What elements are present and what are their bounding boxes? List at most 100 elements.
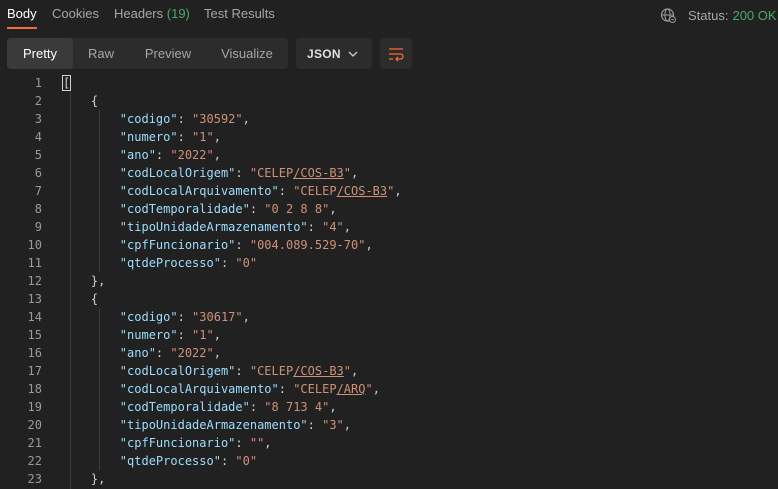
code-line: 1[ bbox=[0, 74, 778, 92]
json-punct bbox=[62, 310, 120, 324]
json-string: "1" bbox=[192, 328, 214, 342]
json-key: "codLocalArquivamento" bbox=[119, 184, 279, 198]
code-line: 13 { bbox=[0, 290, 778, 308]
json-string: /COS-B3 bbox=[336, 184, 388, 198]
json-string: "2022" bbox=[170, 148, 214, 162]
line-number: 14 bbox=[27, 310, 42, 324]
code-line: 23 }, bbox=[0, 470, 778, 488]
json-key: "tipoUnidadeArmazenamento" bbox=[119, 418, 308, 432]
line-number: 8 bbox=[34, 202, 42, 216]
code-line: 16 "ano": "2022", bbox=[0, 344, 778, 362]
code-text: "qtdeProcesso": "0" bbox=[62, 452, 257, 470]
line-number: 20 bbox=[27, 418, 42, 432]
json-string: "0" bbox=[235, 454, 258, 468]
code-line: 6 "codLocalOrigem": "CELEP/COS-B3", bbox=[0, 164, 778, 182]
line-number: 1 bbox=[34, 76, 42, 90]
json-punct: , bbox=[242, 310, 250, 324]
code-text: "tipoUnidadeArmazenamento": "3", bbox=[62, 416, 351, 434]
json-punct bbox=[62, 454, 120, 468]
code-text: "ano": "2022", bbox=[62, 146, 221, 164]
code-text: "codigo": "30617", bbox=[62, 308, 250, 326]
code-line: 19 "codTemporalidade": "8 713 4", bbox=[0, 398, 778, 416]
view-mode-preview[interactable]: Preview bbox=[135, 38, 201, 69]
json-punct: [ bbox=[62, 75, 72, 91]
json-string: "CELEP bbox=[249, 166, 294, 180]
format-select[interactable]: JSON bbox=[296, 38, 372, 69]
line-number: 4 bbox=[34, 130, 42, 144]
json-string: " bbox=[365, 382, 373, 396]
json-string: " bbox=[343, 166, 352, 180]
json-string: "CELEP bbox=[293, 184, 337, 198]
json-punct: : bbox=[307, 220, 323, 234]
code-text: "codLocalArquivamento": "CELEP/COS-B3", bbox=[62, 182, 402, 200]
json-key: "codigo" bbox=[119, 310, 178, 324]
json-key: "codTemporalidade" bbox=[119, 202, 250, 216]
line-number: 5 bbox=[34, 148, 42, 162]
code-line: 4 "numero": "1", bbox=[0, 128, 778, 146]
tab-test-results[interactable]: Test Results bbox=[204, 6, 275, 21]
view-mode-raw[interactable]: Raw bbox=[77, 38, 125, 69]
code-line: 20 "tipoUnidadeArmazenamento": "3", bbox=[0, 416, 778, 434]
code-line: 15 "numero": "1", bbox=[0, 326, 778, 344]
json-punct: , bbox=[242, 112, 250, 126]
response-tabs: Body Cookies Headers (19) Test Results S… bbox=[0, 0, 778, 30]
json-key: "numero" bbox=[119, 328, 178, 342]
code-text: "qtdeProcesso": "0" bbox=[62, 254, 257, 272]
wrap-lines-icon bbox=[389, 48, 404, 62]
code-text: "cpfFuncionario": "", bbox=[62, 434, 272, 452]
json-key: "cpfFuncionario" bbox=[119, 238, 236, 252]
tab-headers[interactable]: Headers (19) bbox=[114, 6, 190, 21]
json-punct: : bbox=[220, 256, 236, 270]
tab-body[interactable]: Body bbox=[7, 6, 37, 21]
json-punct: , bbox=[343, 220, 352, 234]
code-text: "codLocalOrigem": "CELEP/COS-B3", bbox=[62, 164, 358, 182]
line-number: 22 bbox=[27, 454, 42, 468]
json-punct bbox=[62, 130, 120, 144]
json-punct bbox=[62, 382, 120, 396]
tab-cookies[interactable]: Cookies bbox=[52, 6, 99, 21]
code-line: 14 "codigo": "30617", bbox=[0, 308, 778, 326]
json-string: "CELEP bbox=[249, 364, 294, 378]
json-punct bbox=[62, 436, 120, 450]
json-punct: : bbox=[278, 382, 294, 396]
code-line: 10 "cpfFuncionario": "004.089.529-70", bbox=[0, 236, 778, 254]
body-toolbar: Pretty Raw Preview Visualize JSON bbox=[0, 38, 778, 70]
line-number: 18 bbox=[27, 382, 42, 396]
line-number: 3 bbox=[34, 112, 42, 126]
json-punct: : bbox=[155, 148, 171, 162]
chevron-down-icon bbox=[348, 51, 358, 57]
view-mode-visualize[interactable]: Visualize bbox=[213, 38, 281, 69]
wrap-lines-button[interactable] bbox=[380, 38, 412, 69]
code-text: "codTemporalidade": "8 713 4", bbox=[62, 398, 337, 416]
json-string: /COS-B3 bbox=[293, 364, 344, 378]
json-punct bbox=[62, 418, 120, 432]
json-punct: : bbox=[307, 418, 323, 432]
json-punct: , bbox=[329, 400, 337, 414]
response-body-editor[interactable]: 1[2 {3 "codigo": "30592", 4 "numero": "1"… bbox=[0, 74, 778, 489]
globe-icon[interactable] bbox=[660, 7, 676, 23]
line-number: 12 bbox=[27, 274, 42, 288]
code-line: 12 }, bbox=[0, 272, 778, 290]
json-punct: : bbox=[177, 130, 193, 144]
json-key: "codigo" bbox=[119, 112, 178, 126]
view-mode-pretty[interactable]: Pretty bbox=[7, 38, 73, 69]
code-text: { bbox=[62, 290, 98, 308]
line-number: 17 bbox=[27, 364, 42, 378]
line-number: 10 bbox=[27, 238, 42, 252]
status-value[interactable]: 200 OK bbox=[732, 8, 776, 23]
code-line: 3 "codigo": "30592", bbox=[0, 110, 778, 128]
json-punct: , bbox=[351, 166, 359, 180]
json-punct bbox=[62, 238, 120, 252]
json-punct: }, bbox=[62, 274, 106, 288]
json-punct bbox=[62, 184, 120, 198]
line-number: 23 bbox=[27, 472, 42, 486]
json-punct: , bbox=[365, 238, 373, 252]
headers-count-badge: (19) bbox=[166, 6, 190, 21]
code-text: "ano": "2022", bbox=[62, 344, 221, 362]
json-key: "numero" bbox=[119, 130, 178, 144]
tab-headers-label: Headers bbox=[114, 6, 164, 21]
json-string: "" bbox=[249, 436, 265, 450]
code-text: "codLocalArquivamento": "CELEP/ARQ", bbox=[62, 380, 380, 398]
json-punct bbox=[62, 148, 120, 162]
line-number: 6 bbox=[34, 166, 42, 180]
